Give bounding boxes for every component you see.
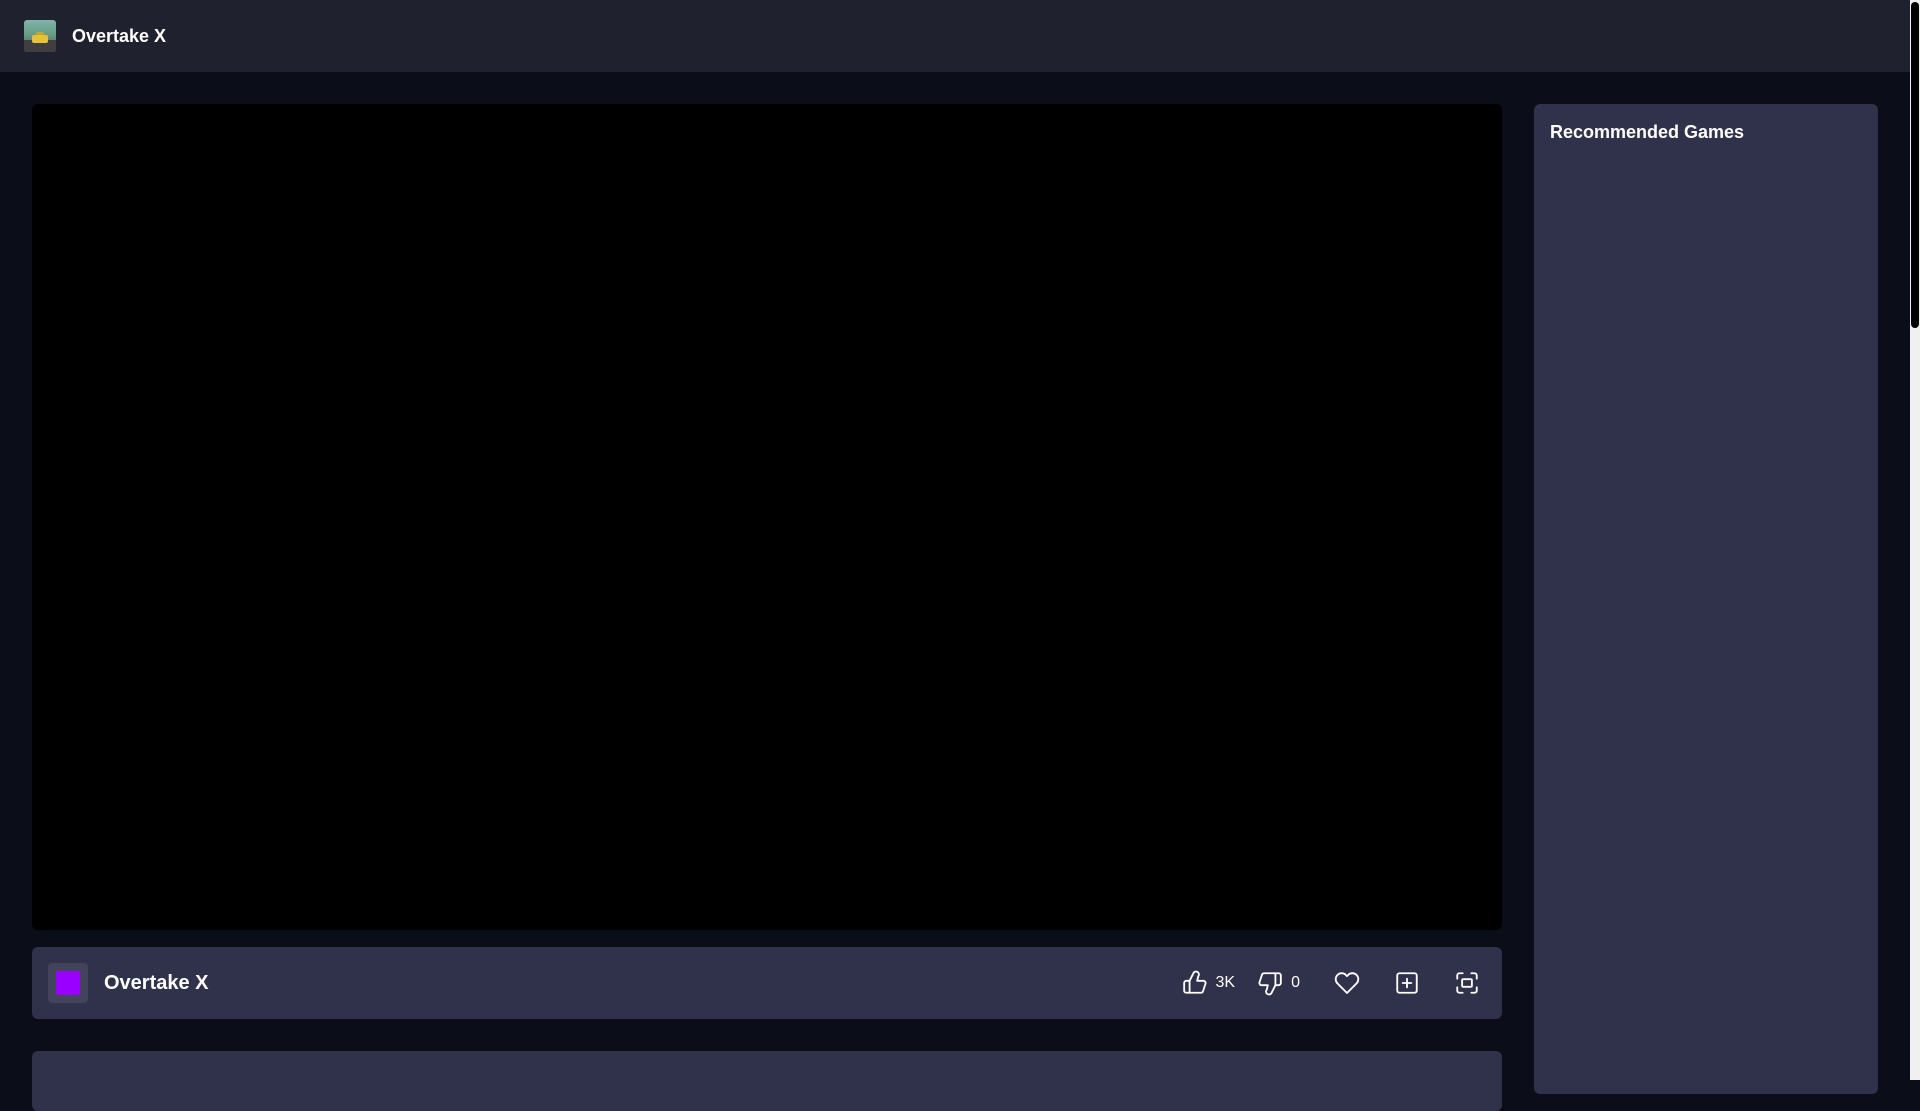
top-bar: Overtake X (0, 0, 1910, 72)
plus-square-icon (1394, 970, 1420, 996)
game-info-bar: Overtake X 3K 0 (32, 947, 1502, 1019)
site-title[interactable]: Overtake X (72, 26, 166, 47)
scrollbar-thumb[interactable] (1911, 2, 1919, 328)
game-description-panel (32, 1051, 1502, 1111)
thumbs-up-icon (1182, 970, 1208, 996)
fullscreen-button[interactable] (1448, 963, 1486, 1003)
dislike-count: 0 (1291, 974, 1300, 991)
heart-icon (1334, 970, 1360, 996)
game-title: Overtake X (104, 971, 209, 994)
game-icon-frame (48, 963, 88, 1003)
dislike-button[interactable]: 0 (1251, 963, 1306, 1003)
recommended-games-title: Recommended Games (1550, 122, 1745, 142)
recommended-games-panel: Recommended Games (1534, 104, 1878, 1094)
like-button[interactable]: 3K (1176, 963, 1242, 1003)
favorite-button[interactable] (1328, 963, 1366, 1003)
game-actions: 3K 0 (1176, 963, 1486, 1003)
like-count: 3K (1215, 974, 1236, 991)
game-thumbnail-icon[interactable] (24, 20, 56, 52)
scrollbar[interactable] (1910, 0, 1920, 1080)
fullscreen-icon (1454, 970, 1480, 996)
add-to-collection-button[interactable] (1388, 963, 1426, 1003)
thumbs-down-icon (1257, 970, 1283, 996)
game-player[interactable] (32, 104, 1502, 930)
game-icon (56, 971, 80, 995)
